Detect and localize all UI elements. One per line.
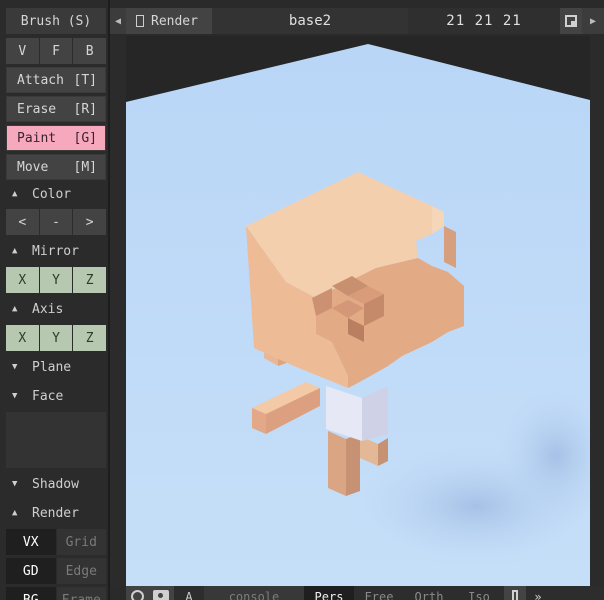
color-prev-button[interactable]: <	[6, 209, 40, 235]
triangle-up-icon: ▲	[12, 508, 18, 518]
render-vx-toggle[interactable]: VX	[6, 529, 57, 555]
brush-panel: Brush (S) V F B Attach [T] Erase [R] Pai…	[0, 0, 110, 600]
render-row-2: GD Edge	[6, 558, 106, 584]
render-frame-toggle[interactable]: Frame	[56, 587, 106, 600]
collapse-left-button[interactable]: ◀	[110, 8, 126, 34]
color-nav-group: < - >	[6, 209, 107, 235]
plane-section-header[interactable]: ▼ Plane	[6, 354, 106, 380]
color-next-button[interactable]: >	[73, 209, 107, 235]
paint-tool-label: Paint	[17, 130, 57, 146]
triangle-up-icon: ▲	[12, 246, 18, 256]
viewport-right-margin	[590, 36, 604, 586]
camera-mode-orth[interactable]: Orth	[404, 586, 454, 600]
camera-mode-iso[interactable]: Iso	[454, 586, 504, 600]
console-input[interactable]: console	[204, 586, 304, 600]
attach-tool-label: Attach	[17, 72, 64, 88]
axis-section-label: Axis	[32, 301, 64, 317]
a-button[interactable]: A	[174, 586, 204, 600]
info-button[interactable]	[126, 586, 148, 600]
axis-z-toggle[interactable]: Z	[73, 325, 107, 351]
screenshot-button[interactable]	[148, 586, 174, 600]
render-edge-toggle[interactable]: Edge	[56, 558, 106, 584]
render-checkbox-icon	[136, 15, 144, 27]
render-section-label: Render	[32, 505, 79, 521]
mirror-z-toggle[interactable]: Z	[73, 267, 107, 293]
triangle-down-icon: ▼	[12, 362, 18, 372]
move-tool-shortcut: [M]	[73, 159, 97, 175]
panel-toggle-button[interactable]	[504, 586, 526, 600]
bar-icon	[512, 590, 518, 600]
render-row-1: VX Grid	[6, 529, 106, 555]
camera-mode-free[interactable]: Free	[354, 586, 404, 600]
triangle-up-icon: ▲	[12, 189, 18, 199]
collapse-right-button[interactable]: ▶	[582, 8, 604, 34]
erase-tool-button[interactable]: Erase [R]	[6, 96, 106, 122]
render-gd-toggle[interactable]: GD	[6, 558, 57, 584]
axis-y-toggle[interactable]: Y	[39, 325, 74, 351]
shadow-section-label: Shadow	[32, 476, 79, 492]
triangle-down-icon: ▼	[12, 479, 18, 489]
triangle-down-icon: ▼	[12, 391, 18, 401]
mirror-y-toggle[interactable]: Y	[39, 267, 74, 293]
expand-button[interactable]: »	[526, 586, 550, 600]
axis-section-header[interactable]: ▲ Axis	[6, 296, 106, 322]
top-toolbar: ◀ Render base2 21 21 21 ▶	[110, 8, 604, 34]
view-mode-b-button[interactable]: B	[73, 38, 107, 64]
shadow-section-header[interactable]: ▼ Shadow	[6, 471, 106, 497]
viewport-left-margin	[110, 36, 126, 586]
triangle-up-icon: ▲	[12, 304, 18, 314]
camera-icon	[153, 590, 169, 600]
attach-tool-shortcut: [T]	[73, 72, 97, 88]
face-section-label: Face	[32, 388, 64, 404]
render-section-header[interactable]: ▲ Render	[6, 500, 106, 526]
camera-mode-pers[interactable]: Pers	[304, 586, 354, 600]
bottom-toolbar: A console Pers Free Orth Iso »	[126, 586, 604, 600]
move-tool-button[interactable]: Move [M]	[6, 154, 106, 180]
mirror-x-toggle[interactable]: X	[6, 267, 40, 293]
axis-x-toggle[interactable]: X	[6, 325, 40, 351]
render-button-label: Render	[151, 13, 198, 29]
model-size-field[interactable]: 21 21 21	[408, 8, 560, 34]
info-icon	[130, 590, 144, 600]
mirror-section-label: Mirror	[32, 243, 79, 259]
mirror-section-header[interactable]: ▲ Mirror	[6, 238, 106, 264]
triangle-left-icon: ◀	[114, 15, 122, 27]
render-grid-toggle[interactable]: Grid	[56, 529, 106, 555]
render-row-3: BG Frame	[6, 587, 106, 600]
face-section-header[interactable]: ▼ Face	[6, 383, 106, 409]
plane-section-label: Plane	[32, 359, 72, 375]
model-name-field[interactable]: base2	[212, 8, 408, 34]
erase-tool-label: Erase	[17, 101, 57, 117]
render-bg-toggle[interactable]: BG	[6, 587, 57, 600]
render-button[interactable]: Render	[126, 8, 212, 34]
erase-tool-shortcut: [R]	[73, 101, 97, 117]
paint-tool-button[interactable]: Paint [G]	[6, 125, 106, 151]
axis-group: X Y Z	[6, 325, 107, 351]
3d-viewport[interactable]	[126, 36, 590, 586]
panel-empty-area	[6, 412, 106, 468]
color-reset-button[interactable]: -	[39, 209, 74, 235]
color-section-label: Color	[32, 186, 72, 202]
resize-model-button[interactable]	[560, 8, 582, 34]
view-mode-f-button[interactable]: F	[39, 38, 74, 64]
mirror-axis-group: X Y Z	[6, 267, 107, 293]
triangle-right-icon: ▶	[589, 15, 597, 27]
attach-tool-button[interactable]: Attach [T]	[6, 67, 106, 93]
brush-panel-title: Brush (S)	[6, 8, 106, 34]
resize-icon	[565, 15, 577, 27]
color-section-header[interactable]: ▲ Color	[6, 181, 106, 207]
move-tool-label: Move	[17, 159, 49, 175]
voxel-scene	[126, 36, 590, 586]
paint-tool-shortcut: [G]	[73, 130, 97, 146]
view-mode-v-button[interactable]: V	[6, 38, 40, 64]
view-mode-group: V F B	[6, 38, 107, 64]
